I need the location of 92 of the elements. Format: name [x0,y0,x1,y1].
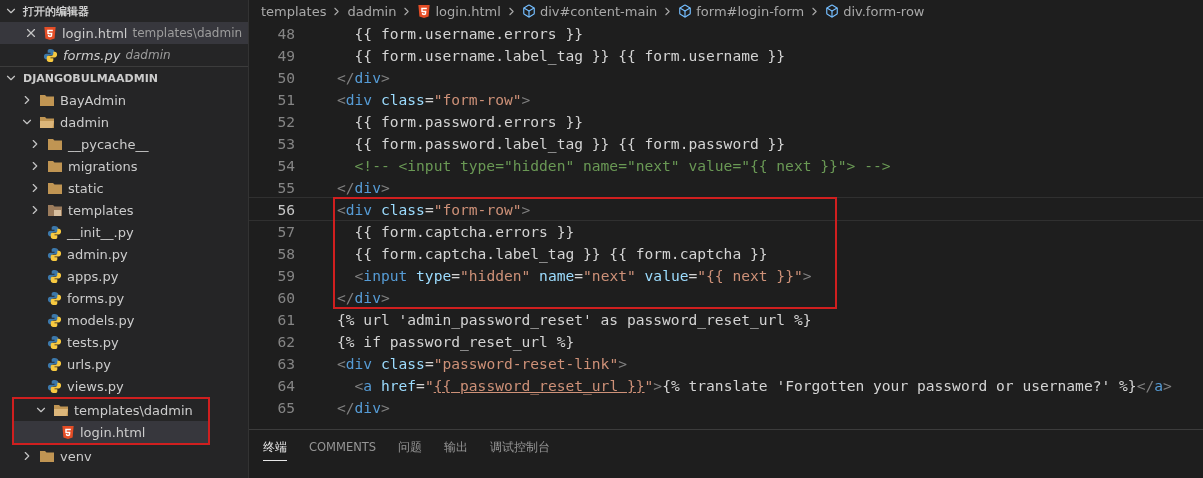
html-icon [61,424,75,440]
python-icon [47,378,62,394]
line-number: 57 [276,222,295,240]
code-line: {{ form.username.label_tag }} {{ form.username }} [353,46,786,64]
folder-icon [39,449,55,463]
folder-icon [47,137,63,151]
cube-icon [678,4,693,18]
file-row[interactable]: apps.py [0,265,248,287]
breadcrumb-item[interactable]: dadmin [347,3,397,19]
line-number: 55 [276,178,295,196]
html-icon [43,25,57,41]
line-number: 60 [276,288,295,306]
file-row[interactable]: views.py [0,375,248,397]
folder-row[interactable]: venv [0,445,248,467]
cube-icon [825,4,840,18]
line-number: 49 [276,46,295,64]
open-folder-icon [39,115,55,129]
line-number: 63 [276,354,295,372]
section-header[interactable]: 打开的编辑器 [0,0,248,22]
breadcrumb-item[interactable]: templates [261,3,327,19]
python-icon [47,268,62,284]
file-row[interactable]: forms.py [0,287,248,309]
python-icon [47,356,62,372]
panel-tab[interactable]: 问题 [398,438,423,461]
html-icon [417,3,432,19]
line-number: 59 [276,266,295,284]
code-line: <div class="password-reset-link"> [337,354,627,372]
line-number: 52 [276,112,295,130]
file-row[interactable]: admin.py [0,243,248,265]
code-line: </div> [337,398,390,416]
folder-icon [39,93,55,107]
cube-icon [521,4,536,18]
code-line: <!-- <input type="hidden" name="next" value="{{ next }}"> --> [353,156,891,174]
line-number: 56 [276,200,295,218]
folder-row[interactable]: templates [0,199,248,221]
open-editor-item[interactable]: forms.py dadmin [0,44,248,66]
code-line: </div> [337,178,390,196]
section-header[interactable]: DJANGOBULMAADMIN [0,67,248,89]
code-line: {% if password_reset_url %} [337,332,575,350]
folder-row[interactable]: BayAdmin [0,89,248,111]
code-line: {{ form.captcha.errors }} [353,222,575,240]
code-line: {% url 'admin_password_reset' as password_reset_url %} [337,310,812,328]
file-row[interactable]: login.html [14,421,208,443]
folder-row[interactable]: templates\dadmin [14,399,208,421]
file-row[interactable]: tests.py [0,331,248,353]
code-line: <a href="{{ password_reset_url }}">{% translate 'Forgotten your password or username?' %}</a> [353,376,1172,394]
python-icon [47,334,62,350]
panel-tab[interactable]: 输出 [444,438,469,461]
breadcrumb-item[interactable]: login.html [435,3,501,19]
code-line: {{ form.password.label_tag }} {{ form.password }} [353,134,786,152]
folder-row[interactable]: __pycache__ [0,133,248,155]
open-editor-item[interactable]: login.html templates\dadmin [0,22,248,44]
folder-row[interactable]: migrations [0,155,248,177]
code-line: </div> [337,68,390,86]
line-number: 48 [276,24,295,42]
python-icon [43,47,58,63]
panel-tab[interactable]: 终端 [263,438,287,461]
file-row[interactable]: urls.py [0,353,248,375]
line-number: 50 [276,68,295,86]
panel-tab[interactable]: 调试控制台 [490,438,551,461]
line-number: 62 [276,332,295,350]
python-icon [47,246,62,262]
code-line: {{ form.username.errors }} [353,24,583,42]
folder-row[interactable]: dadmin [0,111,248,133]
file-row[interactable]: __init__.py [0,221,248,243]
folder-icon [47,203,63,217]
line-number: 54 [276,156,295,174]
folder-row[interactable]: static [0,177,248,199]
python-icon [47,290,62,306]
code-line: {{ form.password.errors }} [353,112,583,130]
line-number: 65 [276,398,295,416]
breadcrumb-item[interactable]: div#content-main [539,3,658,19]
close-icon[interactable] [24,26,38,40]
line-number: 64 [276,376,295,394]
python-icon [47,224,62,240]
file-row[interactable]: models.py [0,309,248,331]
line-number: 51 [276,90,295,108]
open-folder-icon [53,403,69,417]
breadcrumb-item[interactable]: div.form-row [843,3,925,19]
python-icon [47,312,62,328]
code-line: <input type="hidden" name="next" value="{{ next }}"> [353,266,812,284]
folder-icon [47,159,63,173]
folder-icon [47,181,63,195]
code-line: {{ form.captcha.label_tag }} {{ form.captcha }} [353,244,768,262]
line-number: 61 [276,310,295,328]
code-line: </div> [337,288,390,306]
panel-tab[interactable]: COMMENTS [309,438,377,461]
line-number: 53 [276,134,295,152]
code-line: <div class="form-row"> [337,90,531,108]
code-line: <div class="form-row"> [337,200,531,218]
line-number: 58 [276,244,295,262]
breadcrumb-item[interactable]: form#login-form [696,3,805,19]
